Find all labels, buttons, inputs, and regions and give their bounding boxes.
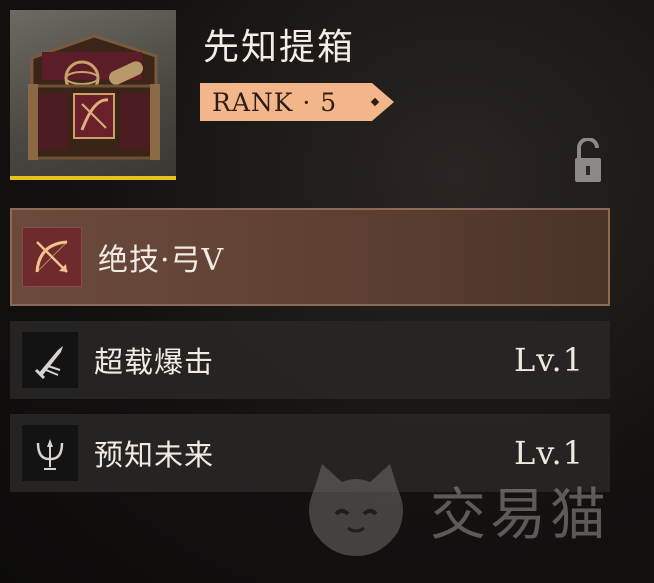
unlocked-padlock-icon[interactable] — [573, 138, 603, 184]
item-title: 先知提箱 — [203, 27, 356, 68]
item-thumbnail — [10, 10, 176, 180]
rank-badge-dot — [370, 97, 380, 107]
skill-name: 预知未来 — [94, 438, 215, 472]
skill-row-ultimate[interactable]: 绝技·弓V — [10, 208, 610, 306]
bow-arrow-icon — [22, 227, 82, 287]
skill-name: 绝技·弓V — [98, 243, 225, 278]
treasure-chest-icon — [28, 34, 160, 160]
watermark: 交易猫 — [300, 460, 640, 560]
skill-row[interactable]: 超载爆击 Lv.1 — [10, 321, 610, 399]
skill-name: 超载爆击 — [94, 345, 215, 379]
rank-label: RANK · 5 — [212, 87, 338, 117]
trident-icon — [22, 425, 78, 481]
watermark-text: 交易猫 — [430, 482, 610, 548]
skill-level: Lv.1 — [513, 341, 584, 379]
cat-face-logo-icon — [309, 464, 403, 556]
sword-strike-icon — [22, 332, 78, 388]
rank-badge: RANK · 5 — [200, 83, 394, 121]
